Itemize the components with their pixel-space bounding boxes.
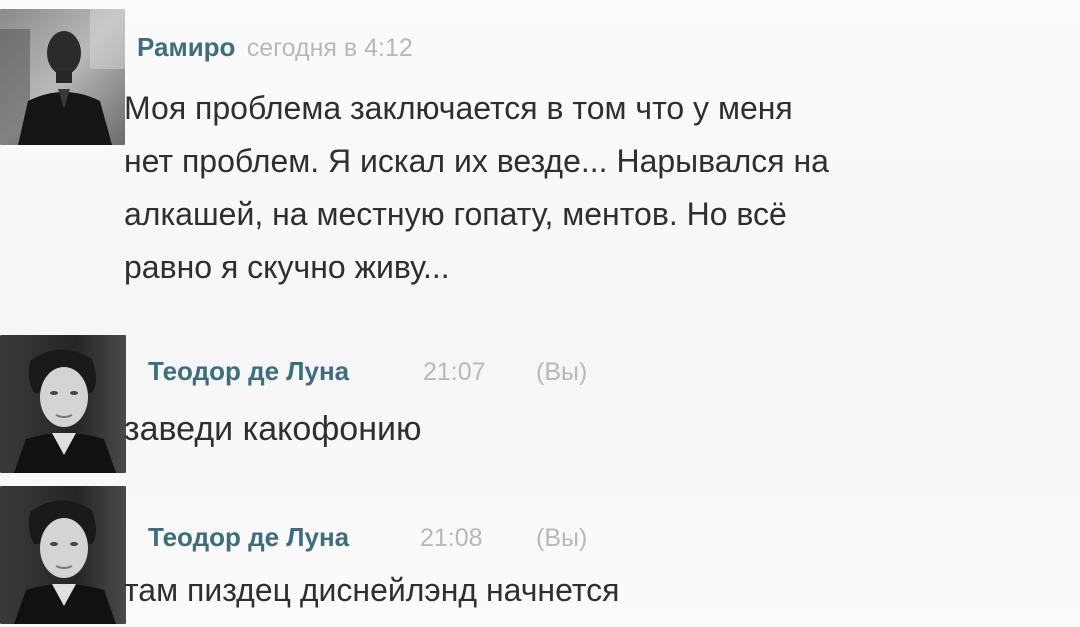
message-text: заведи какофонию	[124, 410, 422, 448]
you-label: (Вы)	[536, 358, 588, 386]
avatar[interactable]	[0, 9, 125, 145]
author-name[interactable]: Теодор де Луна	[148, 522, 349, 552]
message-item: Рамиро сегодня в 4:12 Моя проблема заклю…	[0, 0, 1080, 320]
message-header: Рамиро сегодня в 4:12	[137, 32, 413, 63]
timestamp: 21:07	[423, 358, 486, 386]
avatar[interactable]	[0, 486, 126, 624]
message-header: Теодор де Луна 21:08 (Вы)	[148, 522, 587, 553]
message-line: нет проблем. Я искал их везде... Нарывал…	[124, 143, 829, 179]
message-line: Моя проблема заключается в том что у мен…	[124, 90, 793, 126]
message-text: Моя проблема заключается в том что у мен…	[124, 82, 829, 294]
chat-screenshot: Рамиро сегодня в 4:12 Моя проблема заклю…	[0, 0, 1080, 627]
message-item: Теодор де Луна 21:07 (Вы) заведи какофон…	[0, 330, 1080, 480]
message-text: там пиздец диснейлэнд начнется	[124, 572, 620, 608]
message-line: равно я скучно живу...	[124, 249, 450, 285]
author-name[interactable]: Рамиро	[137, 32, 235, 62]
timestamp: 21:08	[420, 524, 483, 552]
avatar[interactable]	[0, 335, 126, 473]
timestamp: сегодня в 4:12	[246, 34, 413, 62]
message-item: Теодор де Луна 21:08 (Вы) там пиздец дис…	[0, 486, 1080, 627]
message-header: Теодор де Луна 21:07 (Вы)	[148, 356, 587, 387]
you-label: (Вы)	[536, 524, 588, 552]
author-name[interactable]: Теодор де Луна	[148, 356, 349, 386]
message-line: алкашей, на местную гопату, ментов. Но в…	[124, 196, 787, 232]
